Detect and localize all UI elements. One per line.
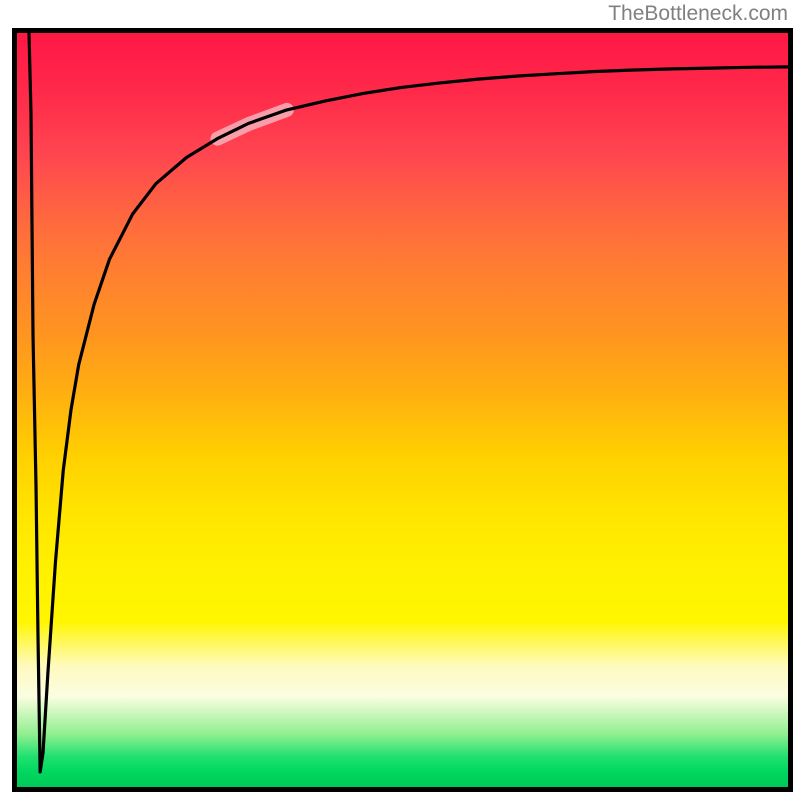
bottleneck-curve bbox=[29, 33, 788, 772]
watermark-text: TheBottleneck.com bbox=[608, 2, 788, 26]
curve-svg bbox=[17, 33, 788, 787]
chart-container: TheBottleneck.com bbox=[0, 0, 800, 800]
plot-area bbox=[12, 28, 793, 792]
